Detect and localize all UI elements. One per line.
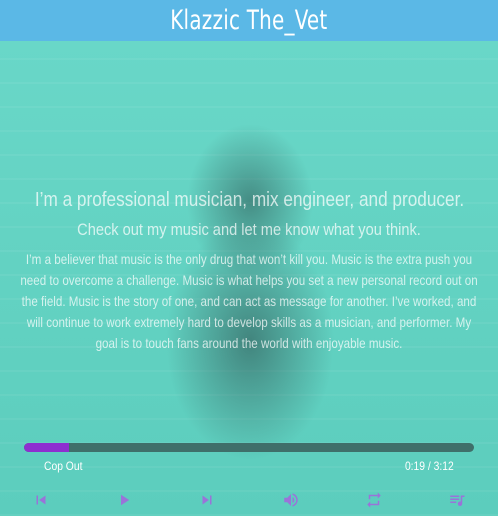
volume-icon bbox=[284, 493, 298, 507]
subheadline: Check out my music and let me know what … bbox=[77, 220, 421, 239]
header-bar: Klazzic The_Vet bbox=[0, 0, 498, 41]
player-controls bbox=[0, 486, 498, 514]
play-icon bbox=[121, 494, 130, 506]
progress-bar[interactable] bbox=[24, 443, 474, 452]
bio-paragraph: I’m a believer that music is the only dr… bbox=[20, 251, 478, 351]
next-button[interactable] bbox=[193, 486, 221, 514]
site-title: Klazzic The_Vet bbox=[170, 5, 328, 36]
playlist-button[interactable] bbox=[443, 486, 471, 514]
repeat-icon bbox=[367, 492, 381, 508]
playlist-icon bbox=[450, 495, 465, 506]
previous-icon bbox=[36, 495, 46, 505]
intro-text: I’m a professional musician, mix enginee… bbox=[0, 187, 498, 354]
progress-fill bbox=[24, 443, 69, 452]
next-icon bbox=[202, 495, 212, 505]
previous-button[interactable] bbox=[27, 486, 55, 514]
volume-button[interactable] bbox=[277, 486, 305, 514]
time-readout: 0:19 / 3:12 bbox=[405, 459, 454, 473]
track-title: Cop Out bbox=[44, 459, 83, 473]
play-button[interactable] bbox=[110, 486, 138, 514]
headline: I’m a professional musician, mix enginee… bbox=[34, 189, 465, 211]
repeat-button[interactable] bbox=[360, 486, 388, 514]
